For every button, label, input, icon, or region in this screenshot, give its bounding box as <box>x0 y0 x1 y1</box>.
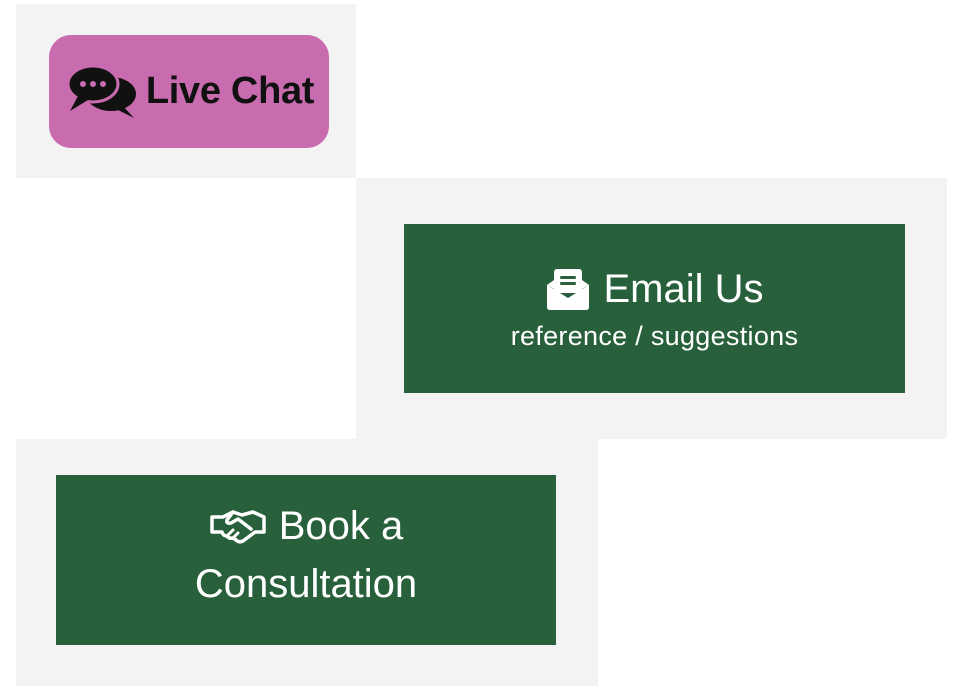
email-us-subtitle: reference / suggestions <box>510 321 799 351</box>
email-us-title: Email Us <box>603 267 764 311</box>
live-chat-label: Live Chat <box>145 70 315 112</box>
email-panel: Email Us reference / suggestions <box>356 178 947 439</box>
envelope-open-icon <box>545 267 591 311</box>
live-chat-panel: Live Chat <box>16 4 356 178</box>
handshake-icon <box>209 508 267 544</box>
consultation-panel: Book a Consultation <box>16 439 598 686</box>
consultation-line-2: Consultation <box>194 562 418 606</box>
consultation-line-1: Book a <box>278 504 404 548</box>
email-us-button[interactable]: Email Us reference / suggestions <box>404 224 905 393</box>
book-consultation-button[interactable]: Book a Consultation <box>56 475 556 645</box>
live-chat-button[interactable]: Live Chat <box>49 35 329 148</box>
chat-bubbles-icon <box>64 61 142 123</box>
